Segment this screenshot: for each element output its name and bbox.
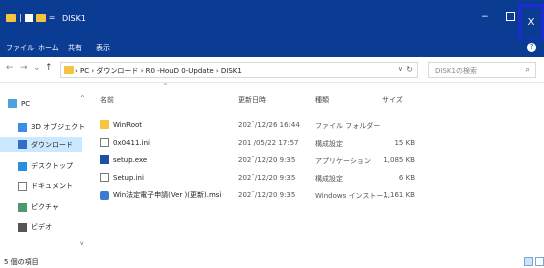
column-header-type[interactable]: 種類 — [315, 95, 329, 105]
breadcrumb[interactable]: › PC › ダウンロード › R0 -HouD 0-Update › DISK… — [75, 66, 242, 76]
settings-file-icon — [100, 173, 109, 182]
pictures-icon — [18, 202, 27, 212]
settings-file-icon — [100, 138, 109, 147]
close-button[interactable]: X — [518, 4, 544, 42]
sidebar-item-videos[interactable]: ビデオ — [18, 222, 52, 232]
tab-file[interactable]: ファイル — [6, 43, 34, 53]
search-icon[interactable]: ⌕ — [526, 65, 530, 75]
quick-access-toolbar: | = — [6, 13, 55, 22]
sidebar-item-label: PC — [21, 99, 31, 108]
sidebar-item-label: 3D オブジェクト — [31, 123, 86, 131]
file-type: アプリケーション — [315, 157, 371, 165]
recent-locations-button[interactable]: ⌄ — [33, 63, 41, 73]
customize-icon[interactable]: = — [49, 13, 56, 22]
help-icon[interactable]: ? — [527, 43, 536, 52]
file-list: ^ 名前 更新日時 種類 サイズ WinRoot 202ˉ/12/26 16:4… — [95, 83, 544, 249]
file-name: 0x0411.ini — [113, 138, 150, 147]
tab-view[interactable]: 表示 — [96, 43, 110, 53]
file-type: Windows インストー... — [315, 192, 391, 200]
search-input[interactable]: DISK1の検索 ⌕ — [428, 62, 536, 78]
file-date: 202ˉ/12/20 9:35 — [238, 156, 296, 164]
sidebar-item-label: ドキュメント — [31, 182, 73, 190]
sidebar-item-pc[interactable]: PC — [8, 99, 30, 108]
minimize-button[interactable]: − — [481, 12, 489, 22]
file-size: 1,085 KB — [383, 156, 415, 164]
file-name: Setup.ini — [113, 173, 144, 182]
cube-icon — [18, 122, 27, 132]
sidebar-item-label: ビデオ — [31, 223, 52, 231]
column-header-size[interactable]: サイズ — [382, 95, 403, 105]
document-icon — [18, 181, 27, 191]
up-button[interactable]: ↑ — [45, 63, 53, 73]
new-folder-icon[interactable] — [35, 13, 46, 22]
folder-icon — [64, 66, 74, 74]
sort-indicator-icon: ^ — [163, 83, 169, 90]
item-count: 5 個の項目 — [4, 258, 39, 266]
file-date: 202ˉ/12/26 16:44 — [238, 121, 300, 129]
properties-icon[interactable] — [24, 13, 33, 22]
sidebar-item-label: ピクチャ — [31, 203, 59, 211]
file-size: 15 KB — [394, 139, 415, 147]
window-title: DISK1 — [62, 14, 86, 23]
separator: | — [19, 13, 22, 22]
sidebar-item-desktop[interactable]: デスクトップ — [18, 161, 73, 171]
sidebar-scrollbar[interactable]: ^ v — [80, 95, 86, 247]
table-row[interactable]: 0x0411.ini 201 /05/22 17:57 構成設定 15 KB — [95, 137, 544, 150]
details-view-icon[interactable] — [524, 257, 533, 266]
file-type: 構成設定 — [315, 140, 343, 148]
search-placeholder: DISK1の検索 — [435, 67, 477, 75]
folder-icon — [6, 13, 16, 22]
address-bar[interactable]: › PC › ダウンロード › R0 -HouD 0-Update › DISK… — [60, 62, 418, 78]
file-type: 構成設定 — [315, 175, 343, 183]
file-date: 201 /05/22 17:57 — [238, 139, 299, 147]
table-row[interactable]: WinRoot 202ˉ/12/26 16:44 ファイル フォルダー — [95, 119, 544, 132]
file-date: 202ˉ/12/20 9:35 — [238, 191, 296, 199]
download-icon — [18, 140, 27, 149]
sidebar-item-3d-objects[interactable]: 3D オブジェクト — [18, 122, 85, 132]
file-name: setup.exe — [113, 155, 148, 164]
column-header-date[interactable]: 更新日時 — [238, 95, 266, 105]
file-name: WinRoot — [113, 120, 143, 129]
sidebar-item-downloads[interactable]: ダウンロード — [0, 137, 82, 152]
tab-home[interactable]: ホーム — [38, 43, 59, 53]
column-header-name[interactable]: 名前 — [100, 95, 114, 105]
sidebar-item-documents[interactable]: ドキュメント — [18, 181, 73, 191]
installer-icon — [100, 190, 109, 200]
table-row[interactable]: setup.exe 202ˉ/12/20 9:35 アプリケーション 1,085… — [95, 154, 544, 167]
pc-icon — [8, 99, 17, 108]
maximize-button[interactable] — [506, 12, 515, 21]
address-dropdown-icon[interactable]: ∨ — [398, 65, 403, 73]
table-row[interactable]: Win法定電子申請(Ver )(更新).msi 202ˉ/12/20 9:35 … — [95, 189, 544, 202]
file-name: Win法定電子申請(Ver )(更新).msi — [113, 191, 222, 199]
table-row[interactable]: Setup.ini 202ˉ/12/20 9:35 構成設定 6 KB — [95, 172, 544, 185]
desktop-icon — [18, 161, 27, 171]
file-size: 1,161 KB — [383, 191, 415, 199]
large-icons-view-icon[interactable] — [535, 257, 544, 266]
back-button[interactable]: ← — [6, 63, 14, 73]
navigation-pane: PC 3D オブジェクト ダウンロード デスクトップ ドキュメント ピクチャ ビ… — [0, 83, 95, 249]
file-size: 6 KB — [398, 174, 415, 182]
file-date: 202ˉ/12/20 9:35 — [238, 174, 296, 182]
application-icon — [100, 155, 109, 164]
title-bar: | = DISK1 − X — [0, 0, 544, 43]
folder-icon — [100, 120, 109, 129]
forward-button[interactable]: → — [20, 63, 28, 73]
ribbon: ファイル ホーム 共有 表示 ? — [0, 40, 544, 57]
scroll-down-icon[interactable]: v — [80, 240, 84, 247]
tab-share[interactable]: 共有 — [68, 43, 82, 53]
file-type: ファイル フォルダー — [315, 122, 381, 130]
video-icon — [18, 222, 27, 232]
status-bar: 5 個の項目 — [0, 249, 544, 268]
sidebar-item-label: ダウンロード — [31, 140, 73, 149]
address-row: ← → ⌄ ↑ › PC › ダウンロード › R0 -HouD 0-Updat… — [0, 57, 544, 83]
scroll-up-icon[interactable]: ^ — [80, 95, 85, 102]
refresh-icon[interactable]: ↻ — [406, 65, 413, 74]
sidebar-item-label: デスクトップ — [31, 162, 73, 170]
sidebar-item-pictures[interactable]: ピクチャ — [18, 202, 59, 212]
